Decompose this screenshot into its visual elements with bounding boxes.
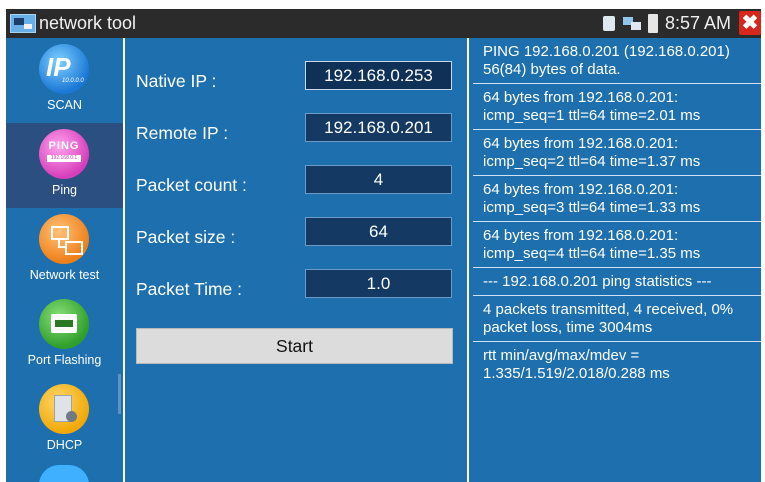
result-line: rtt min/avg/max/mdev = 1.335/1.519/2.018… (483, 347, 670, 382)
sidebar-item-label: Ping (51, 183, 78, 197)
port-flashing-icon (39, 299, 89, 349)
native-ip-field[interactable]: 192.168.0.253 (305, 61, 452, 90)
result-line: 64 bytes from 192.168.0.201: icmp_seq=4 … (473, 222, 761, 268)
ping-icon: PING 192.168.0.1 (39, 129, 89, 179)
results-divider (467, 38, 469, 482)
result-line: PING 192.168.0.201 (192.168.0.201) 56(84… (473, 38, 761, 84)
packet-count-field[interactable]: 4 (305, 165, 452, 194)
packet-time-label: Packet Time : (136, 279, 243, 299)
sidebar-item-port-flashing[interactable]: Port Flashing (6, 293, 123, 378)
close-icon[interactable]: ✖ (739, 11, 761, 35)
sidebar-item-network-test[interactable]: Network test (6, 208, 123, 293)
result-line: 64 bytes from 192.168.0.201: icmp_seq=1 … (473, 84, 761, 130)
sd-card-icon (603, 16, 615, 31)
app-window: network tool 8:57 AM ✖ IP 10.0.0.0 SCAN … (6, 9, 761, 482)
result-line: 4 packets transmitted, 4 received, 0% pa… (473, 296, 761, 342)
app-title: network tool (39, 13, 137, 33)
sidebar: IP 10.0.0.0 SCAN PING 192.168.0.1 Ping N… (6, 38, 123, 482)
start-button[interactable]: Start (136, 328, 453, 364)
sidebar-item-scan[interactable]: IP 10.0.0.0 SCAN (6, 38, 123, 123)
packet-size-label: Packet size : (136, 227, 236, 247)
next-tool-icon (39, 465, 89, 482)
sidebar-item-label: Port Flashing (27, 353, 102, 367)
remote-ip-label: Remote IP : (136, 123, 229, 143)
sidebar-divider (123, 38, 125, 482)
status-time: 8:57 AM (665, 13, 732, 33)
title-bar: network tool 8:57 AM ✖ (6, 9, 761, 38)
sidebar-item-label: DHCP (46, 438, 83, 452)
result-line: --- 192.168.0.201 ping statistics --- (473, 268, 761, 296)
sidebar-item-ping[interactable]: PING 192.168.0.1 Ping (6, 123, 123, 208)
sidebar-scrollbar[interactable] (118, 374, 121, 414)
packet-size-field[interactable]: 64 (305, 217, 452, 246)
network-test-icon (39, 214, 89, 264)
sidebar-item-label: SCAN (47, 98, 82, 112)
sidebar-item-next[interactable] (6, 463, 123, 482)
ip-scan-icon: IP 10.0.0.0 (39, 44, 89, 94)
packet-time-field[interactable]: 1.0 (305, 269, 452, 298)
result-line: 64 bytes from 192.168.0.201: icmp_seq=2 … (473, 130, 761, 176)
packet-count-label: Packet count : (136, 175, 247, 195)
result-line: 64 bytes from 192.168.0.201: icmp_seq=3 … (473, 176, 761, 222)
battery-icon (648, 14, 658, 33)
network-tool-app-icon (10, 14, 36, 33)
ping-results-panel: PING 192.168.0.201 (192.168.0.201) 56(84… (473, 38, 761, 387)
sidebar-item-dhcp[interactable]: DHCP (6, 378, 123, 463)
network-status-icon (623, 16, 643, 31)
native-ip-label: Native IP : (136, 71, 217, 91)
remote-ip-field[interactable]: 192.168.0.201 (305, 113, 452, 142)
sidebar-item-label: Network test (29, 268, 100, 282)
dhcp-icon (39, 384, 89, 434)
